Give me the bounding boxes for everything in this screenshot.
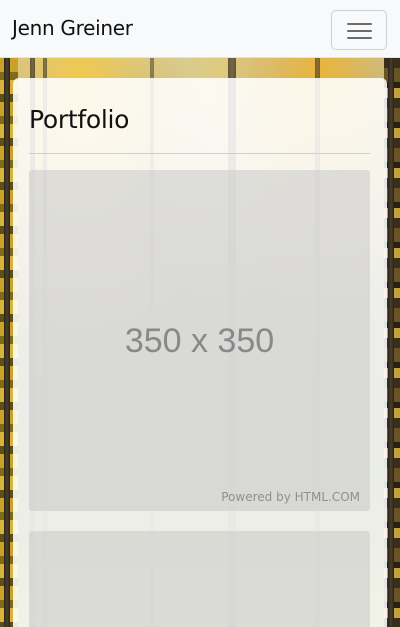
hamburger-menu-icon	[347, 37, 372, 39]
brand-link[interactable]: Jenn Greiner	[12, 16, 133, 40]
hamburger-menu-icon	[347, 23, 372, 25]
hamburger-menu-icon	[347, 30, 372, 32]
tree-trunk	[4, 58, 10, 627]
portfolio-image-placeholder[interactable]: 350 x 350 Powered by HTML.COM	[29, 170, 370, 511]
divider	[29, 153, 370, 154]
portfolio-card: Portfolio 350 x 350 Powered by HTML.COM	[13, 78, 387, 627]
tree-trunk	[388, 58, 394, 627]
portfolio-image-placeholder[interactable]	[29, 531, 370, 627]
placeholder-size-label: 350 x 350	[124, 322, 275, 360]
navbar: Jenn Greiner	[0, 0, 400, 58]
page-title: Portfolio	[29, 105, 130, 134]
navbar-toggle-button[interactable]	[331, 10, 387, 50]
placeholder-credit: Powered by HTML.COM	[221, 490, 360, 504]
